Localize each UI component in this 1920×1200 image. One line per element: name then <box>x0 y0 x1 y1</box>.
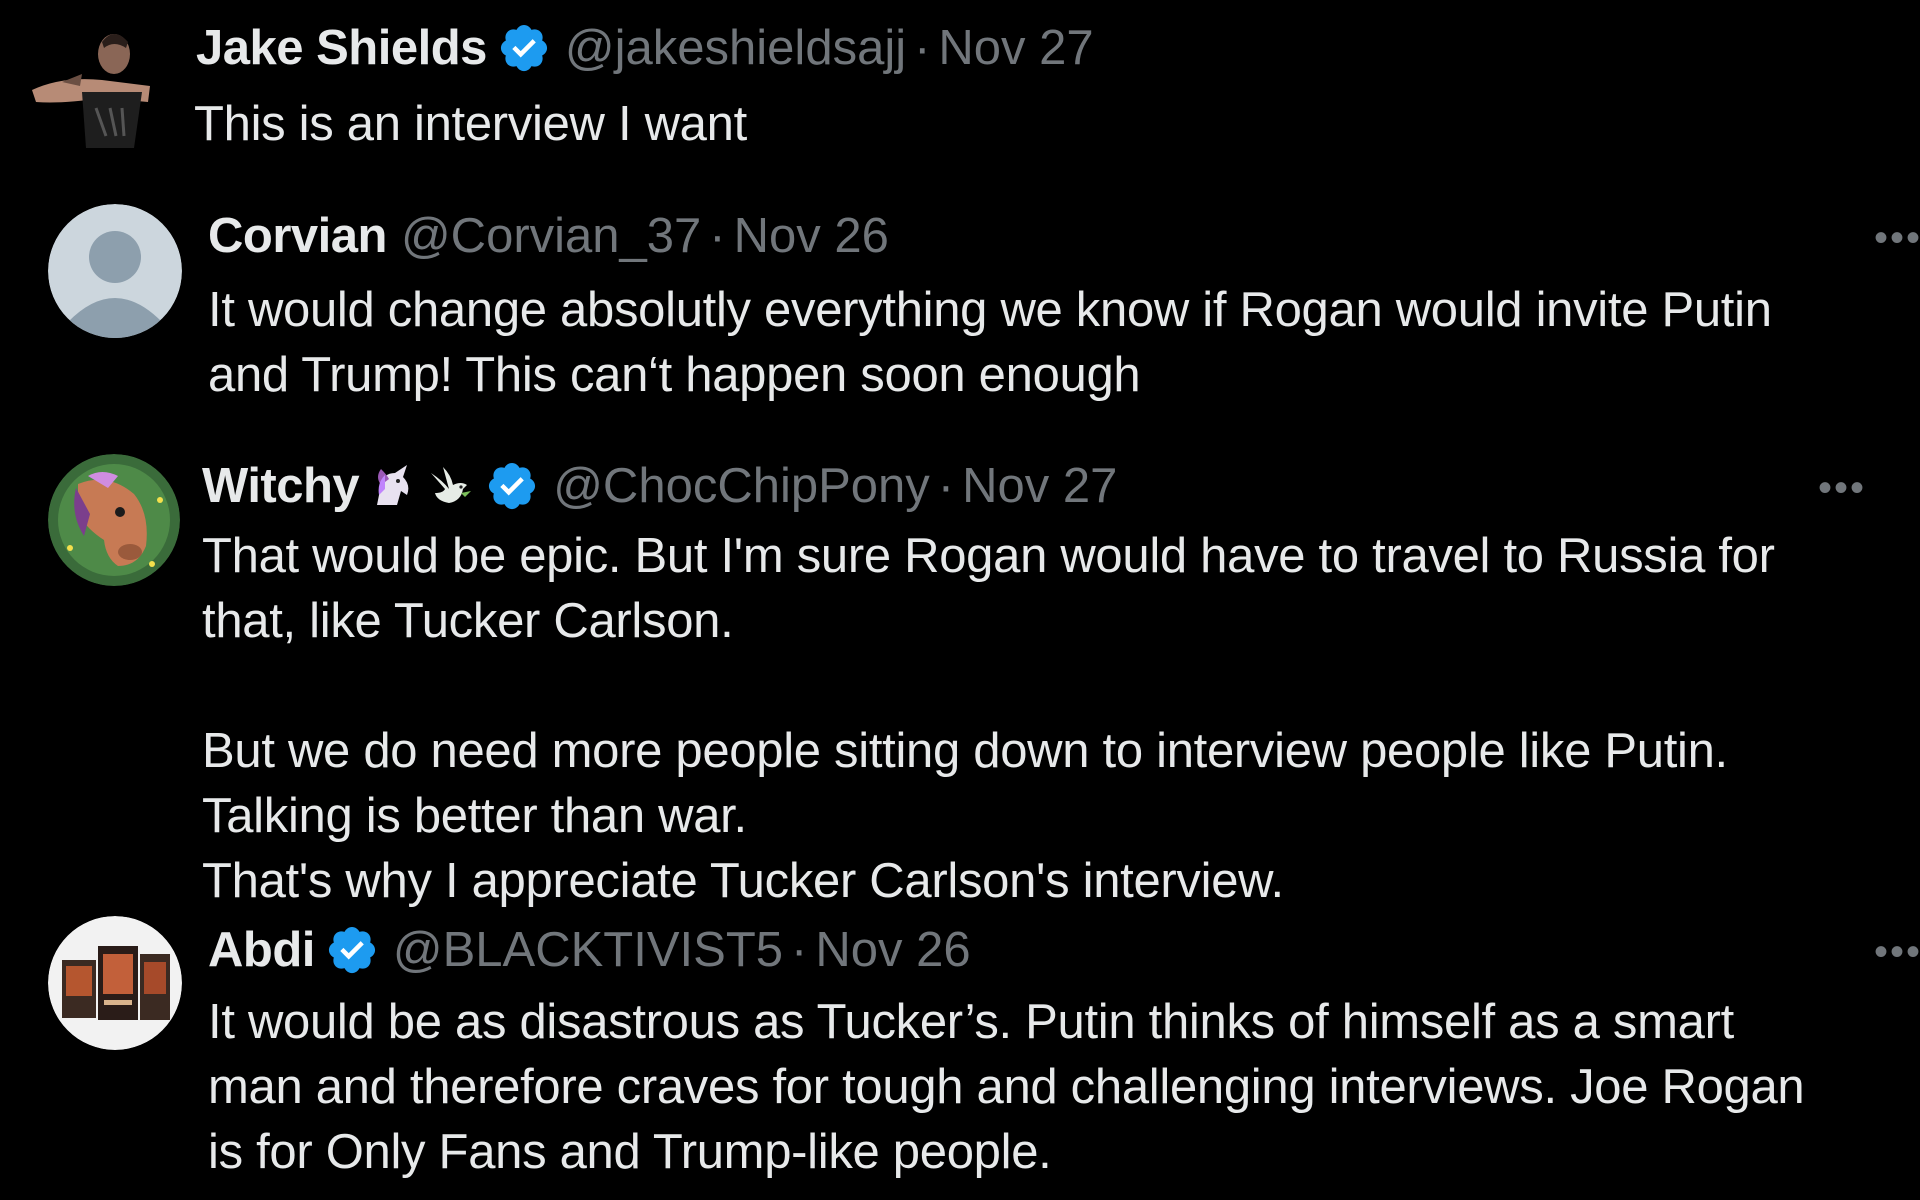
tweet-text: That would be epic. But I'm sure Rogan w… <box>202 529 1775 908</box>
more-options-icon[interactable]: ••• <box>1874 932 1920 972</box>
tweet-text: This is an interview I want <box>194 97 747 151</box>
user-handle[interactable]: @Corvian_37 <box>401 206 701 266</box>
user-photo-avatar-icon <box>22 12 158 148</box>
tweet-date[interactable]: Nov 26 <box>815 920 970 980</box>
verified-badge-icon <box>500 24 547 72</box>
user-handle[interactable]: @ChocChipPony <box>553 456 930 516</box>
tweet-date[interactable]: Nov 26 <box>734 206 889 266</box>
tweet-date[interactable]: Nov 27 <box>962 456 1117 516</box>
separator-dot: · <box>914 21 931 75</box>
tweet-text: It would be as disastrous as Tucker’s. P… <box>208 995 1805 1179</box>
display-name[interactable]: Corvian <box>208 206 387 266</box>
user-handle[interactable]: @jakeshieldsajj <box>565 18 906 78</box>
book-covers-avatar-icon <box>48 916 182 1050</box>
default-user-avatar-icon <box>48 204 182 338</box>
dove-emoji-icon <box>431 467 472 503</box>
avatar[interactable] <box>48 454 180 586</box>
tweet-text: It would change absolutly everything we … <box>208 283 1772 402</box>
separator-dot: · <box>937 459 955 513</box>
avatar[interactable] <box>22 12 158 148</box>
display-name[interactable]: Jake Shields <box>196 18 487 78</box>
separator-dot: · <box>709 209 726 263</box>
user-handle[interactable]: @BLACKTIVIST5 <box>393 920 783 980</box>
horse-illustration-avatar-icon <box>48 454 180 586</box>
unicorn-emoji-icon <box>377 465 409 505</box>
more-options-icon[interactable]: ••• <box>1818 468 1866 508</box>
avatar[interactable] <box>48 916 182 1050</box>
verified-badge-icon <box>328 926 375 974</box>
more-options-icon[interactable]: ••• <box>1874 218 1920 258</box>
avatar[interactable] <box>48 204 182 338</box>
separator-dot: · <box>791 923 808 977</box>
display-name[interactable]: Witchy <box>202 456 360 516</box>
display-name[interactable]: Abdi <box>208 920 315 980</box>
verified-badge-icon <box>489 462 536 510</box>
tweet-date[interactable]: Nov 27 <box>938 18 1093 78</box>
